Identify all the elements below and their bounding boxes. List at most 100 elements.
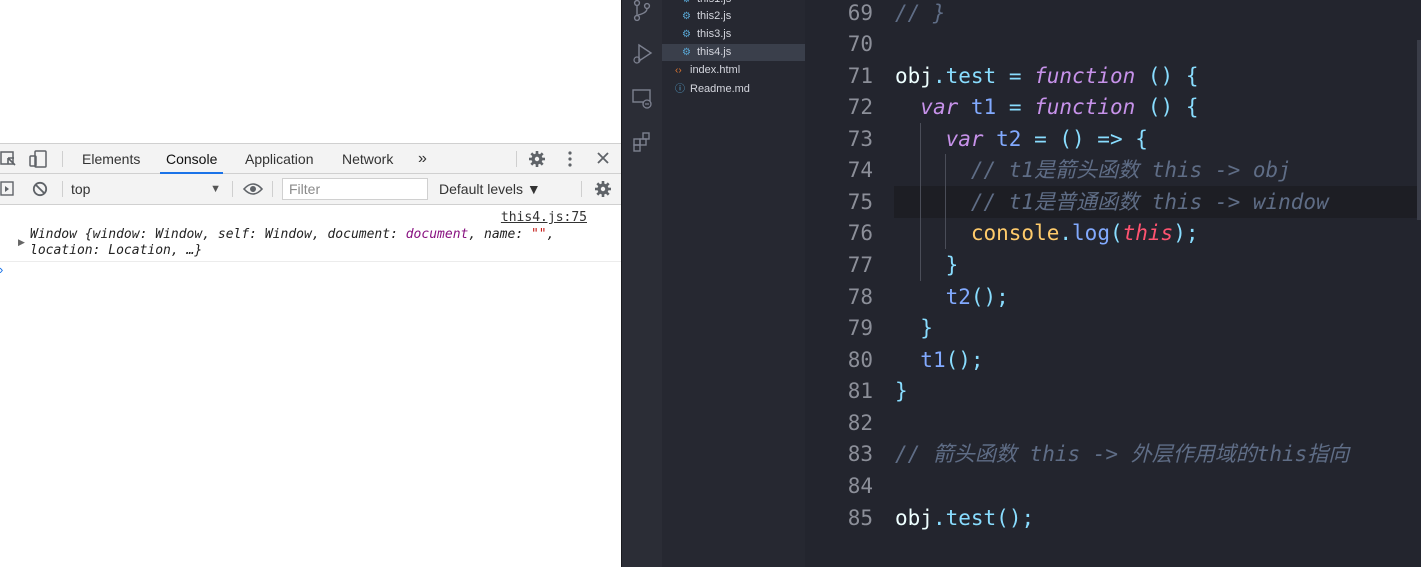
tab-application[interactable]: Application	[245, 144, 314, 174]
line-number: 71	[847, 64, 873, 88]
browser-viewport	[0, 0, 621, 143]
device-toolbar-icon[interactable]	[29, 150, 49, 172]
tab-console[interactable]: Console	[159, 144, 224, 174]
toolbar-divider	[581, 181, 582, 197]
more-tabs-button[interactable]: »	[418, 144, 427, 174]
file-item[interactable]: ⚙ this2.js	[662, 8, 805, 25]
line-number: 79	[847, 316, 873, 340]
file-name: this1.js	[697, 0, 731, 8]
code-token: t2	[945, 285, 971, 309]
code-token: test	[945, 506, 997, 530]
line-number: 81	[847, 379, 873, 403]
eye-icon[interactable]	[242, 182, 264, 200]
line-number: 76	[847, 221, 873, 245]
file-name: this2.js	[697, 10, 732, 22]
code-token: log	[1072, 221, 1110, 245]
sidebar-toggle-icon[interactable]	[0, 181, 14, 201]
console-toolbar: top ▼ Default levels ▼	[0, 174, 621, 205]
code-token: () {	[1135, 64, 1199, 88]
code-token: );	[1173, 221, 1199, 245]
code-token: console	[970, 221, 1060, 245]
js-file-icon: ⚙	[682, 0, 691, 8]
file-item[interactable]: ‹› index.html	[662, 62, 805, 79]
log-object-preview: Window {window: Window, self: Window, do…	[30, 227, 554, 259]
expand-triangle-icon[interactable]: ▶	[18, 237, 25, 248]
console-output: this4.js:75 ▶ Window {window: Window, se…	[0, 205, 621, 567]
code-token: // 箭头函数 this -> 外层作用域的this指向	[895, 442, 1350, 466]
code-token: var	[920, 95, 959, 119]
line-number: 80	[847, 348, 873, 372]
code-token: t2	[983, 127, 1022, 151]
code-token: obj	[895, 506, 933, 530]
toolbar-divider	[232, 181, 233, 197]
tab-elements[interactable]: Elements	[82, 144, 140, 174]
code-line: // t1是普通函数 this -> window	[895, 186, 1329, 218]
code-token: = () => {	[1021, 127, 1148, 151]
code-token: obj	[895, 64, 933, 88]
code-token: }	[945, 253, 959, 277]
line-number: 77	[847, 253, 873, 277]
tab-network[interactable]: Network	[342, 144, 393, 174]
context-selector[interactable]: top ▼	[71, 174, 229, 204]
log-token: window:	[92, 227, 156, 242]
filter-input[interactable]	[282, 178, 428, 200]
console-message[interactable]: ▶ Window {window: Window, self: Window, …	[0, 225, 621, 262]
code-line: }	[895, 249, 959, 281]
code-token: ();	[970, 285, 1009, 309]
file-item[interactable]: ⚙ this3.js	[662, 26, 805, 43]
log-token: , name:	[468, 227, 531, 242]
toolbar-divider	[516, 151, 517, 167]
settings-gear-icon[interactable]	[528, 150, 546, 172]
clear-console-icon[interactable]	[32, 181, 48, 201]
code-token: .	[932, 506, 946, 530]
code-token: ();	[996, 506, 1035, 530]
code-token: .	[1059, 221, 1073, 245]
file-item[interactable]: ⚙ this1.js	[662, 0, 805, 8]
js-file-icon: ⚙	[682, 47, 691, 58]
file-item[interactable]: ⓘ Readme.md	[662, 81, 805, 98]
editor-scrollbar[interactable]	[1417, 40, 1421, 220]
log-levels-dropdown[interactable]: Default levels ▼	[439, 174, 541, 204]
code-line: console.log(this);	[895, 217, 1199, 249]
context-value: top	[71, 181, 91, 197]
code-token: ();	[945, 348, 984, 372]
console-prompt[interactable]: ›	[0, 262, 3, 277]
code-line: var t1 = function () {	[895, 91, 1198, 123]
console-settings-gear-icon[interactable]	[594, 180, 612, 202]
activity-bar	[621, 0, 662, 567]
line-number: 70	[847, 32, 873, 56]
line-number: 72	[847, 95, 873, 119]
kebab-menu-icon[interactable]	[567, 150, 573, 172]
code-token: test	[945, 64, 997, 88]
close-icon[interactable]	[596, 151, 610, 169]
code-line: }	[895, 375, 908, 407]
inspect-element-icon[interactable]	[0, 151, 18, 171]
chevron-down-icon: ▼	[210, 183, 221, 195]
log-source-link[interactable]: this4.js:75	[501, 210, 587, 225]
code-token: function	[1034, 95, 1136, 119]
devtools-panel: Elements Console Application Network » t…	[0, 143, 621, 567]
js-file-icon: ⚙	[682, 29, 691, 40]
log-token: , document:	[311, 227, 406, 242]
toolbar-divider	[62, 151, 63, 167]
code-token: () {	[1135, 95, 1199, 119]
source-control-icon[interactable]	[632, 0, 652, 27]
line-number: 78	[847, 285, 873, 309]
log-token: Window	[264, 227, 312, 242]
code-token: this	[1122, 221, 1174, 245]
code-token: var	[945, 127, 984, 151]
file-name: this3.js	[697, 28, 732, 40]
code-line: }	[895, 312, 933, 344]
devtools-tabbar: Elements Console Application Network »	[0, 143, 621, 174]
js-file-icon: ⚙	[682, 11, 691, 22]
run-debug-icon[interactable]	[632, 42, 654, 71]
extensions-icon[interactable]	[632, 131, 654, 158]
log-token: document	[405, 227, 469, 242]
remote-explorer-icon[interactable]	[632, 88, 654, 115]
code-line: var t2 = () => {	[895, 123, 1148, 155]
editor-pane[interactable]: 69 70 71 72 73 74 75 76 77 78 79 80 81 8…	[805, 0, 1421, 567]
file-item-selected[interactable]: ⚙ this4.js	[662, 44, 805, 61]
log-token: Window {	[30, 227, 93, 242]
line-number: 82	[847, 411, 873, 435]
code-line: t2();	[895, 281, 1009, 313]
